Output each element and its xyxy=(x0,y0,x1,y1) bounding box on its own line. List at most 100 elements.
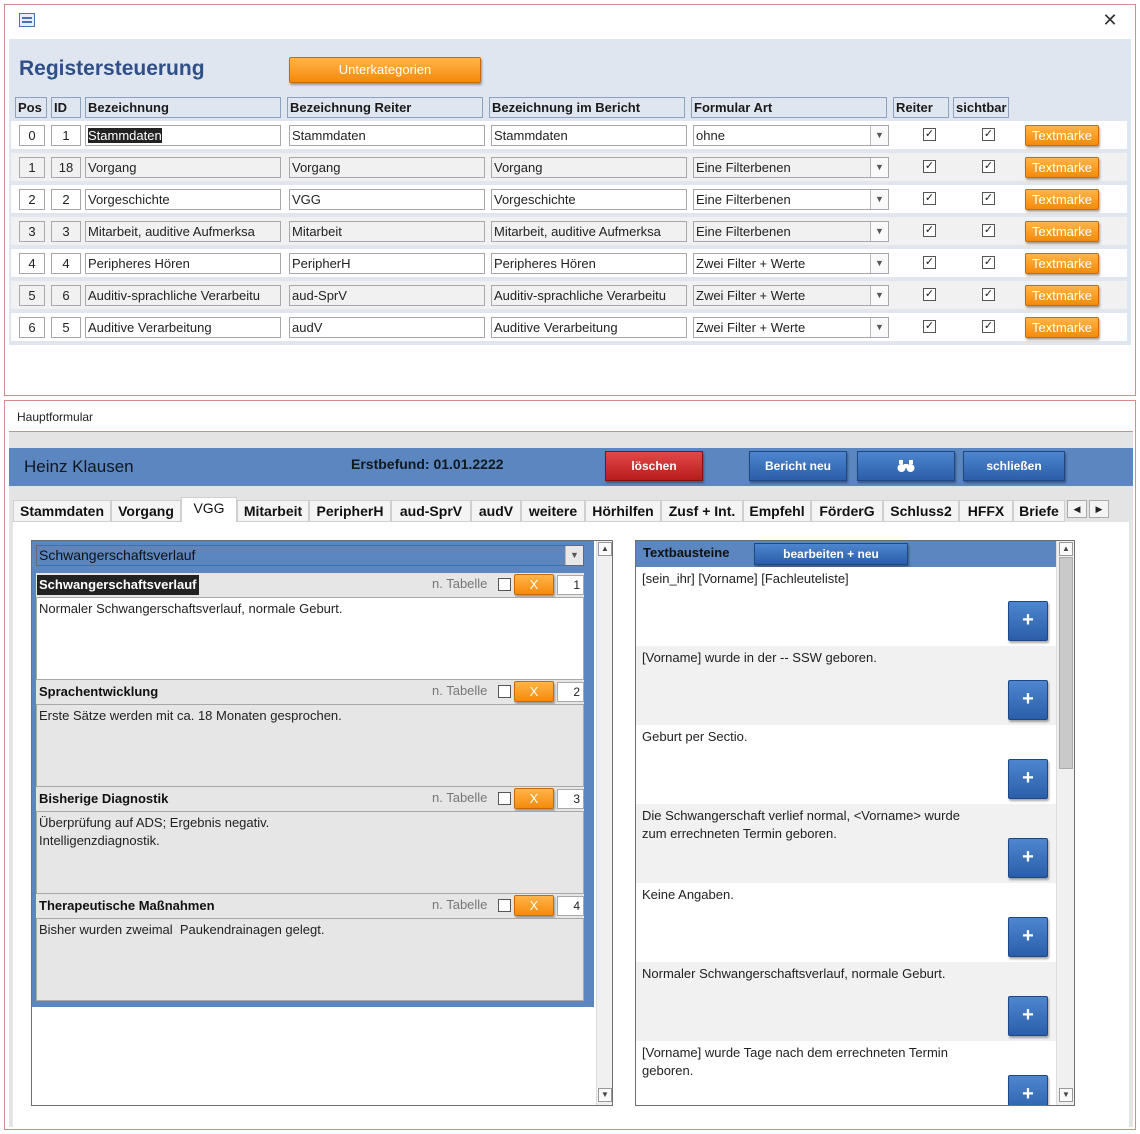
scroll-down-icon[interactable]: ▼ xyxy=(598,1088,612,1102)
id-field[interactable]: 4 xyxy=(51,253,81,274)
tab-stammdaten[interactable]: Stammdaten xyxy=(13,500,111,522)
reiter-checkbox[interactable]: ✓ xyxy=(923,192,936,205)
sichtbar-checkbox[interactable]: ✓ xyxy=(982,160,995,173)
section-number-field[interactable]: 3 xyxy=(557,789,584,809)
delete-section-button[interactable]: X xyxy=(514,895,554,916)
search-button[interactable] xyxy=(857,451,955,481)
chevron-down-icon[interactable]: ▼ xyxy=(870,318,888,337)
bezeichnung-reiter-field[interactable]: Mitarbeit xyxy=(289,221,485,242)
reiter-checkbox[interactable]: ✓ xyxy=(923,320,936,333)
bezeichnung-reiter-field[interactable]: VGG xyxy=(289,189,485,210)
textmarke-button[interactable]: Textmarke xyxy=(1025,189,1099,210)
pos-field[interactable]: 0 xyxy=(19,125,45,146)
section-select[interactable]: Schwangerschaftsverlauf ▼ xyxy=(36,545,584,566)
section-number-field[interactable]: 4 xyxy=(557,896,584,916)
reiter-checkbox[interactable]: ✓ xyxy=(923,160,936,173)
tab-hffx[interactable]: HFFX xyxy=(959,500,1013,522)
tab-vorgang[interactable]: Vorgang xyxy=(111,500,181,522)
schliessen-button[interactable]: schließen xyxy=(963,451,1065,481)
bezeichnung-reiter-field[interactable]: aud-SprV xyxy=(289,285,485,306)
bezeichnung-field[interactable]: Auditiv-sprachliche Verarbeitu xyxy=(85,285,281,306)
reiter-checkbox[interactable]: ✓ xyxy=(923,256,936,269)
n-tabelle-checkbox[interactable] xyxy=(498,792,511,805)
formular-art-select[interactable]: Zwei Filter + Werte ▼ xyxy=(693,317,889,338)
section-text-field[interactable]: Bisher wurden zweimal Paukendrainagen ge… xyxy=(36,918,584,1001)
bezeichnung-bericht-field[interactable]: Vorgeschichte xyxy=(491,189,687,210)
delete-section-button[interactable]: X xyxy=(514,788,554,809)
id-field[interactable]: 18 xyxy=(51,157,81,178)
bezeichnung-field[interactable]: Vorgeschichte xyxy=(85,189,281,210)
id-field[interactable]: 1 xyxy=(51,125,81,146)
bezeichnung-bericht-field[interactable]: Auditive Verarbeitung xyxy=(491,317,687,338)
tab-peripherh[interactable]: PeripherH xyxy=(309,500,391,522)
reiter-checkbox[interactable]: ✓ xyxy=(923,288,936,301)
bezeichnung-field[interactable]: Stammdaten xyxy=(85,125,281,146)
textmarke-button[interactable]: Textmarke xyxy=(1025,285,1099,306)
formular-art-select[interactable]: Eine Filterbenen ▼ xyxy=(693,221,889,242)
add-textbaustein-button[interactable]: + xyxy=(1008,601,1048,641)
reiter-checkbox[interactable]: ✓ xyxy=(923,128,936,141)
bezeichnung-bericht-field[interactable]: Mitarbeit, auditive Aufmerksa xyxy=(491,221,687,242)
chevron-down-icon[interactable]: ▼ xyxy=(565,546,583,565)
add-textbaustein-button[interactable]: + xyxy=(1008,1075,1048,1105)
bezeichnung-reiter-field[interactable]: Vorgang xyxy=(289,157,485,178)
tab-weitere[interactable]: weitere xyxy=(521,500,585,522)
formular-art-select[interactable]: Zwei Filter + Werte ▼ xyxy=(693,285,889,306)
scroll-down-icon[interactable]: ▼ xyxy=(1059,1088,1073,1102)
tab-hörhilfen[interactable]: Hörhilfen xyxy=(585,500,661,522)
formular-art-select[interactable]: ohne ▼ xyxy=(693,125,889,146)
chevron-down-icon[interactable]: ▼ xyxy=(870,254,888,273)
tab-scroll-right-icon[interactable]: ▶ xyxy=(1089,500,1109,518)
id-field[interactable]: 6 xyxy=(51,285,81,306)
section-text-field[interactable]: Erste Sätze werden mit ca. 18 Monaten ge… xyxy=(36,704,584,787)
delete-section-button[interactable]: X xyxy=(514,681,554,702)
reiter-checkbox[interactable]: ✓ xyxy=(923,224,936,237)
chevron-down-icon[interactable]: ▼ xyxy=(870,126,888,145)
tab-scroll-left-icon[interactable]: ◀ xyxy=(1067,500,1087,518)
bezeichnung-field[interactable]: Vorgang xyxy=(85,157,281,178)
add-textbaustein-button[interactable]: + xyxy=(1008,996,1048,1036)
pos-field[interactable]: 6 xyxy=(19,317,45,338)
textmarke-button[interactable]: Textmarke xyxy=(1025,221,1099,242)
bearbeiten-neu-button[interactable]: bearbeiten + neu xyxy=(754,543,908,565)
n-tabelle-checkbox[interactable] xyxy=(498,685,511,698)
bezeichnung-reiter-field[interactable]: audV xyxy=(289,317,485,338)
n-tabelle-checkbox[interactable] xyxy=(498,578,511,591)
textbausteine-scrollbar[interactable]: ▲ ▼ xyxy=(1056,541,1074,1105)
add-textbaustein-button[interactable]: + xyxy=(1008,917,1048,957)
scroll-up-icon[interactable]: ▲ xyxy=(598,542,612,556)
bezeichnung-reiter-field[interactable]: PeripherH xyxy=(289,253,485,274)
add-textbaustein-button[interactable]: + xyxy=(1008,759,1048,799)
sichtbar-checkbox[interactable]: ✓ xyxy=(982,320,995,333)
add-textbaustein-button[interactable]: + xyxy=(1008,680,1048,720)
bezeichnung-field[interactable]: Auditive Verarbeitung xyxy=(85,317,281,338)
unterkategorien-button[interactable]: Unterkategorien xyxy=(289,57,481,83)
close-icon[interactable]: ✕ xyxy=(1099,9,1121,31)
tab-aud-sprv[interactable]: aud-SprV xyxy=(391,500,471,522)
tab-mitarbeit[interactable]: Mitarbeit xyxy=(237,500,309,522)
sichtbar-checkbox[interactable]: ✓ xyxy=(982,288,995,301)
pos-field[interactable]: 2 xyxy=(19,189,45,210)
bezeichnung-bericht-field[interactable]: Vorgang xyxy=(491,157,687,178)
textmarke-button[interactable]: Textmarke xyxy=(1025,157,1099,178)
tab-audv[interactable]: audV xyxy=(471,500,521,522)
textmarke-button[interactable]: Textmarke xyxy=(1025,253,1099,274)
pos-field[interactable]: 1 xyxy=(19,157,45,178)
bezeichnung-bericht-field[interactable]: Auditiv-sprachliche Verarbeitu xyxy=(491,285,687,306)
formular-art-select[interactable]: Eine Filterbenen ▼ xyxy=(693,189,889,210)
formular-art-select[interactable]: Eine Filterbenen ▼ xyxy=(693,157,889,178)
bezeichnung-bericht-field[interactable]: Stammdaten xyxy=(491,125,687,146)
pos-field[interactable]: 3 xyxy=(19,221,45,242)
sichtbar-checkbox[interactable]: ✓ xyxy=(982,256,995,269)
tab-empfehl[interactable]: Empfehl xyxy=(743,500,811,522)
tab-förderg[interactable]: FörderG xyxy=(811,500,883,522)
delete-section-button[interactable]: X xyxy=(514,574,554,595)
formular-art-select[interactable]: Zwei Filter + Werte ▼ xyxy=(693,253,889,274)
tab-schluss2[interactable]: Schluss2 xyxy=(883,500,959,522)
chevron-down-icon[interactable]: ▼ xyxy=(870,190,888,209)
sichtbar-checkbox[interactable]: ✓ xyxy=(982,224,995,237)
bezeichnung-field[interactable]: Mitarbeit, auditive Aufmerksa xyxy=(85,221,281,242)
pos-field[interactable]: 5 xyxy=(19,285,45,306)
id-field[interactable]: 3 xyxy=(51,221,81,242)
scroll-up-icon[interactable]: ▲ xyxy=(1059,542,1073,556)
